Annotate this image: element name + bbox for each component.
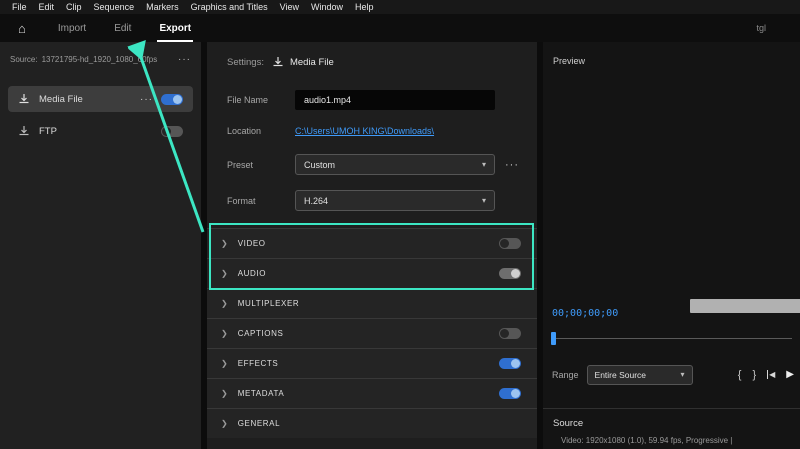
tab-export[interactable]: Export <box>145 14 205 42</box>
location-row: Location C:\Users\UMOH KING\Downloads\ <box>227 126 523 136</box>
settings-label: Settings: <box>227 57 264 68</box>
menu-file[interactable]: File <box>6 2 33 12</box>
section-effects[interactable]: ❯ EFFECTS <box>207 348 537 378</box>
transport-controls: { } ◀ ▶ <box>738 369 794 381</box>
preset-value: Custom <box>304 160 335 170</box>
section-audio[interactable]: ❯ AUDIO <box>207 258 537 288</box>
preview-panel: Preview 00;00;00;00 Range Entire Source … <box>543 42 800 449</box>
destinations-panel: Source: 13721795-hd_1920_1080_60fps ··· … <box>0 42 201 449</box>
go-to-in-icon[interactable]: ◀ <box>767 370 775 379</box>
section-captions[interactable]: ❯ CAPTIONS <box>207 318 537 348</box>
preset-dropdown[interactable]: Custom ▾ <box>295 154 495 175</box>
location-label: Location <box>227 126 295 136</box>
top-nav-bar: ⌂ Import Edit Export tgl <box>0 14 800 42</box>
chevron-right-icon: ❯ <box>221 299 228 308</box>
mark-in-button[interactable]: { <box>738 369 742 381</box>
settings-target: Media File <box>290 57 334 68</box>
nav-right-text: tgl <box>756 14 766 42</box>
range-label: Range <box>552 370 579 380</box>
location-link[interactable]: C:\Users\UMOH KING\Downloads\ <box>295 126 434 136</box>
range-row: Range Entire Source ▾ { } ◀ ▶ <box>552 364 794 385</box>
ftp-icon <box>18 125 30 137</box>
timecode: 00;00;00;00 <box>552 308 618 319</box>
menu-clip[interactable]: Clip <box>60 2 88 12</box>
playhead[interactable] <box>551 332 556 345</box>
source-header: Source: 13721795-hd_1920_1080_60fps ··· <box>10 54 191 65</box>
export-settings-panel: Settings: Media File File Name Location … <box>207 42 537 449</box>
metadata-toggle[interactable] <box>499 388 521 399</box>
chevron-down-icon: ▾ <box>482 160 486 169</box>
chevron-down-icon: ▾ <box>482 196 486 205</box>
chevron-right-icon: ❯ <box>221 419 228 428</box>
chevron-down-icon: ▾ <box>681 370 685 379</box>
section-metadata[interactable]: ❯ METADATA <box>207 378 537 408</box>
file-name-label: File Name <box>227 95 295 105</box>
effects-toggle[interactable] <box>499 358 521 369</box>
range-value: Entire Source <box>595 370 647 380</box>
settings-header: Settings: Media File <box>227 56 334 68</box>
video-toggle[interactable] <box>499 238 521 249</box>
divider <box>543 408 800 409</box>
media-file-menu-icon[interactable]: ··· <box>140 94 153 105</box>
menu-view[interactable]: View <box>274 2 305 12</box>
preset-menu-icon[interactable]: ··· <box>505 159 519 171</box>
menu-edit[interactable]: Edit <box>33 2 61 12</box>
chevron-right-icon: ❯ <box>221 239 228 248</box>
destination-label: FTP <box>39 126 57 137</box>
preset-label: Preset <box>227 160 295 170</box>
section-general[interactable]: ❯ GENERAL <box>207 408 537 438</box>
section-video[interactable]: ❯ VIDEO <box>207 228 537 258</box>
media-file-icon <box>18 93 30 105</box>
tab-import-label: Import <box>58 23 86 34</box>
section-multiplexer[interactable]: ❯ MULTIPLEXER <box>207 288 537 318</box>
chevron-right-icon: ❯ <box>221 389 228 398</box>
preview-title: Preview <box>553 56 585 66</box>
source-filename: 13721795-hd_1920_1080_60fps <box>42 55 158 64</box>
chevron-right-icon: ❯ <box>221 329 228 338</box>
media-file-icon <box>272 56 284 68</box>
chevron-right-icon: ❯ <box>221 359 228 368</box>
destination-media-file[interactable]: Media File ··· <box>8 86 193 112</box>
home-icon[interactable]: ⌂ <box>18 21 26 36</box>
tab-import[interactable]: Import <box>44 14 100 42</box>
play-icon[interactable]: ▶ <box>786 369 794 380</box>
tab-export-label: Export <box>159 23 191 34</box>
file-name-row: File Name <box>227 90 523 110</box>
source-section-title: Source <box>553 418 583 429</box>
format-row: Format H.264 ▾ <box>227 190 523 211</box>
source-label: Source: <box>10 55 38 64</box>
source-menu-icon[interactable]: ··· <box>178 54 191 65</box>
destination-ftp[interactable]: FTP <box>8 118 193 144</box>
media-file-toggle[interactable] <box>161 94 183 105</box>
menu-bar: File Edit Clip Sequence Markers Graphics… <box>0 0 800 14</box>
seek-bar[interactable] <box>552 338 792 339</box>
source-video-info: Video: 1920x1080 (1.0), 59.94 fps, Progr… <box>561 436 798 445</box>
format-dropdown[interactable]: H.264 ▾ <box>295 190 495 211</box>
preset-row: Preset Custom ▾ ··· <box>227 154 523 175</box>
menu-sequence[interactable]: Sequence <box>88 2 141 12</box>
menu-window[interactable]: Window <box>305 2 349 12</box>
overlay-artifact <box>690 299 800 313</box>
audio-toggle[interactable] <box>499 268 521 279</box>
tab-edit[interactable]: Edit <box>100 14 145 42</box>
ftp-toggle[interactable] <box>161 126 183 137</box>
destination-label: Media File <box>39 94 83 105</box>
menu-markers[interactable]: Markers <box>140 2 185 12</box>
file-name-input[interactable] <box>295 90 495 110</box>
format-label: Format <box>227 196 295 206</box>
format-value: H.264 <box>304 196 328 206</box>
range-dropdown[interactable]: Entire Source ▾ <box>587 365 693 385</box>
tab-edit-label: Edit <box>114 23 131 34</box>
captions-toggle[interactable] <box>499 328 521 339</box>
settings-sections: ❯ VIDEO ❯ AUDIO ❯ MULTIPLEXER ❯ CAPTIONS… <box>207 228 537 438</box>
menu-graphics-and-titles[interactable]: Graphics and Titles <box>185 2 274 12</box>
chevron-right-icon: ❯ <box>221 269 228 278</box>
mark-out-button[interactable]: } <box>752 369 756 381</box>
menu-help[interactable]: Help <box>349 2 380 12</box>
